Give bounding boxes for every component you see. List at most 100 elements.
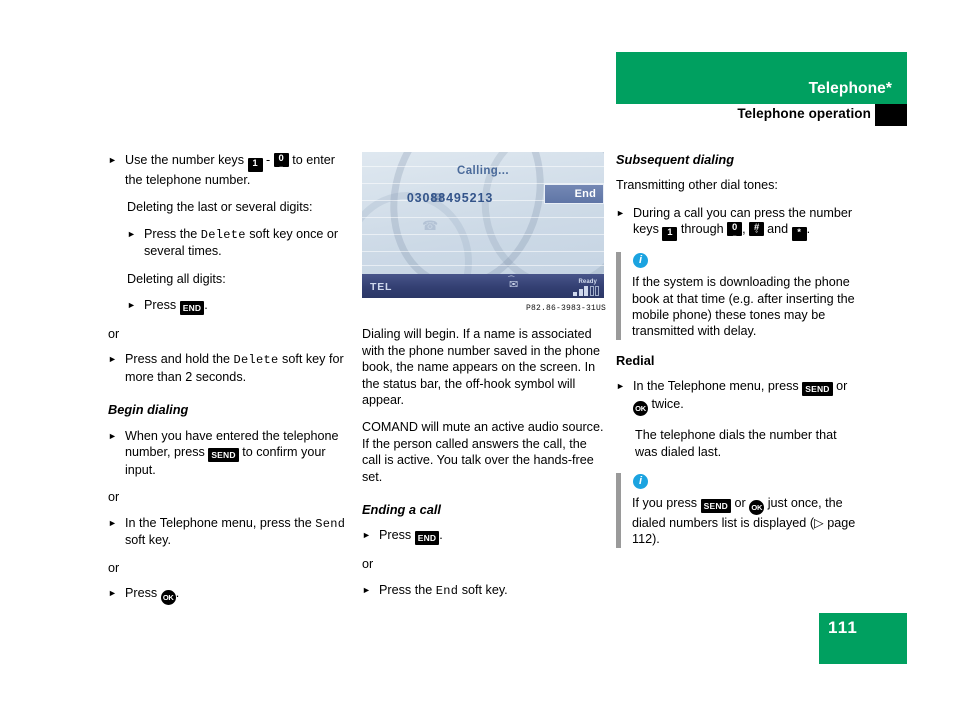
- page-subtitle: Telephone operation: [737, 106, 871, 121]
- screen-phone-number: 03088495213: [406, 191, 494, 205]
- softkey-label-end: End: [435, 583, 459, 598]
- bullet-triangle-icon: ►: [362, 530, 371, 541]
- bullet-triangle-icon: ►: [616, 207, 625, 218]
- key-send-icon: SEND: [700, 499, 732, 514]
- paragraph-transmitting-tones: Transmitting other dial tones:: [616, 178, 778, 193]
- key-ok-icon: OK: [160, 590, 176, 606]
- key-end-icon: END: [414, 531, 440, 546]
- paragraph-dialing-begins: Dialing will begin. If a name is associa…: [362, 327, 601, 408]
- note-or: or: [734, 496, 746, 511]
- comma-text: ,: [742, 222, 746, 237]
- list-item: ► Press the Delete soft key once or seve…: [127, 226, 352, 260]
- instruction-text: In the Telephone menu, press the: [125, 515, 312, 530]
- instruction-or: or: [836, 379, 848, 394]
- instruction-text-cont: soft key.: [125, 533, 171, 548]
- or-separator: or: [108, 327, 120, 342]
- or-separator: or: [108, 560, 120, 575]
- or-separator: or: [362, 557, 374, 572]
- paragraph-comand-mute: COMAND will mute an active audio source.…: [362, 420, 604, 484]
- signal-strength-icon: [573, 285, 599, 296]
- list-item: ► During a call you can press the number…: [616, 205, 862, 242]
- list-item: ► Press OK.: [108, 585, 352, 606]
- key-ok-icon: OK: [749, 500, 765, 516]
- period-text: .: [175, 586, 180, 601]
- page-title: Telephone*: [808, 80, 892, 97]
- key-1-icon: 1: [662, 227, 678, 242]
- softkey-label-delete: Delete: [200, 227, 246, 242]
- key-end-icon: END: [179, 301, 205, 316]
- paragraph-delete-last: Deleting the last or several digits:: [127, 200, 313, 215]
- instruction-text: Press the: [144, 226, 198, 241]
- note-accent-bar: [616, 473, 621, 548]
- note-box: i If the system is downloading the phone…: [616, 252, 862, 340]
- screen-handset-icon-faint: ☎: [422, 218, 439, 233]
- key-star-icon: *: [791, 227, 807, 242]
- instruction-text: In the Telephone menu, press: [633, 379, 799, 394]
- center-column: Calling... ☎ ☎ 03088495213 End TEL ⏜ ✉ R…: [362, 152, 606, 610]
- instruction-text: Use the number keys: [125, 153, 244, 167]
- list-item: ► Press END.: [362, 527, 606, 546]
- bullet-triangle-icon: ►: [108, 155, 117, 165]
- list-item: ► In the Telephone menu, press the Send …: [108, 515, 352, 549]
- note-text: If you press: [632, 496, 698, 511]
- paragraph-delete-all: Deleting all digits:: [127, 271, 226, 286]
- screen-status-bar: TEL ⏜ ✉ Ready: [362, 274, 604, 298]
- info-icon: i: [633, 253, 648, 269]
- status-bar-source-label: TEL: [370, 281, 393, 293]
- instruction-and: and: [767, 222, 789, 237]
- instruction-text: Press: [379, 528, 412, 543]
- right-column: Subsequent dialing Transmitting other di…: [616, 152, 862, 561]
- key-send-icon: SEND: [802, 382, 833, 397]
- heading-subsequent-dialing: Subsequent dialing: [616, 152, 735, 167]
- period-text: .: [439, 528, 443, 543]
- period-text: .: [806, 222, 811, 237]
- period-text: .: [204, 298, 208, 313]
- instruction-text-mid: through: [680, 222, 724, 237]
- or-separator: or: [108, 490, 120, 505]
- comand-screen-figure: Calling... ☎ ☎ 03088495213 End TEL ⏜ ✉ R…: [362, 152, 604, 298]
- bullet-triangle-icon: ►: [127, 300, 136, 311]
- heading-ending-a-call: Ending a call: [362, 502, 441, 518]
- bullet-triangle-icon: ►: [108, 430, 117, 441]
- page-number: 111: [828, 618, 859, 637]
- header-subtitle-row: Telephone operation: [616, 104, 907, 126]
- dash-text: -: [266, 153, 271, 167]
- softkey-label-send: Send: [315, 516, 346, 531]
- list-item: ► Use the number keys 1 - 0 _ to enter th…: [108, 152, 352, 188]
- bullet-triangle-icon: ►: [108, 517, 117, 528]
- list-item: ► When you have entered the telephone nu…: [108, 428, 352, 479]
- instruction-text: Press: [144, 298, 177, 313]
- note-accent-bar: [616, 252, 621, 340]
- paragraph-dials-last: The telephone dials the number that was …: [635, 428, 837, 459]
- screen-status-calling: Calling...: [457, 165, 509, 177]
- key-hash-icon: # °: [749, 222, 765, 237]
- key-1-icon: 1: [247, 158, 263, 172]
- softkey-label-delete: Delete: [233, 353, 279, 368]
- instruction-text-cont: soft key.: [461, 582, 508, 597]
- key-0-icon: 0 _: [273, 153, 289, 168]
- instruction-text: Press: [125, 586, 158, 601]
- heading-redial: Redial: [616, 352, 655, 368]
- list-item: ► Press the End soft key.: [362, 582, 606, 599]
- bullet-triangle-icon: ►: [616, 381, 625, 392]
- comand-screen: Calling... ☎ ☎ 03088495213 End TEL ⏜ ✉ R…: [362, 152, 604, 298]
- header-black-marker: [875, 104, 907, 126]
- instruction-text: Press the: [379, 582, 433, 597]
- heading-begin-dialing: Begin dialing: [108, 402, 189, 418]
- bullet-triangle-icon: ►: [127, 228, 136, 239]
- bullet-triangle-icon: ►: [108, 354, 117, 365]
- header-green-band: Telephone*: [616, 52, 907, 104]
- instruction-text: Press and hold the: [125, 352, 231, 367]
- key-0-icon: 0 _: [727, 222, 743, 237]
- figure-caption: P82.86-3983-31US: [525, 304, 606, 313]
- key-ok-icon: OK: [633, 401, 648, 417]
- screen-softkey-end[interactable]: End: [544, 184, 604, 204]
- left-column: ► Use the number keys 1 - 0 _ to enter th…: [108, 152, 352, 616]
- list-item: ► Press END.: [127, 297, 352, 316]
- envelope-icon: ✉: [509, 279, 519, 291]
- info-icon: i: [633, 474, 648, 490]
- note-box: i If you press SEND or OK just once, the…: [616, 473, 862, 548]
- instruction-text-cont: twice.: [651, 397, 684, 412]
- list-item: ► Press and hold the Delete soft key for…: [108, 351, 352, 385]
- footer-page-block: 111: [819, 613, 907, 664]
